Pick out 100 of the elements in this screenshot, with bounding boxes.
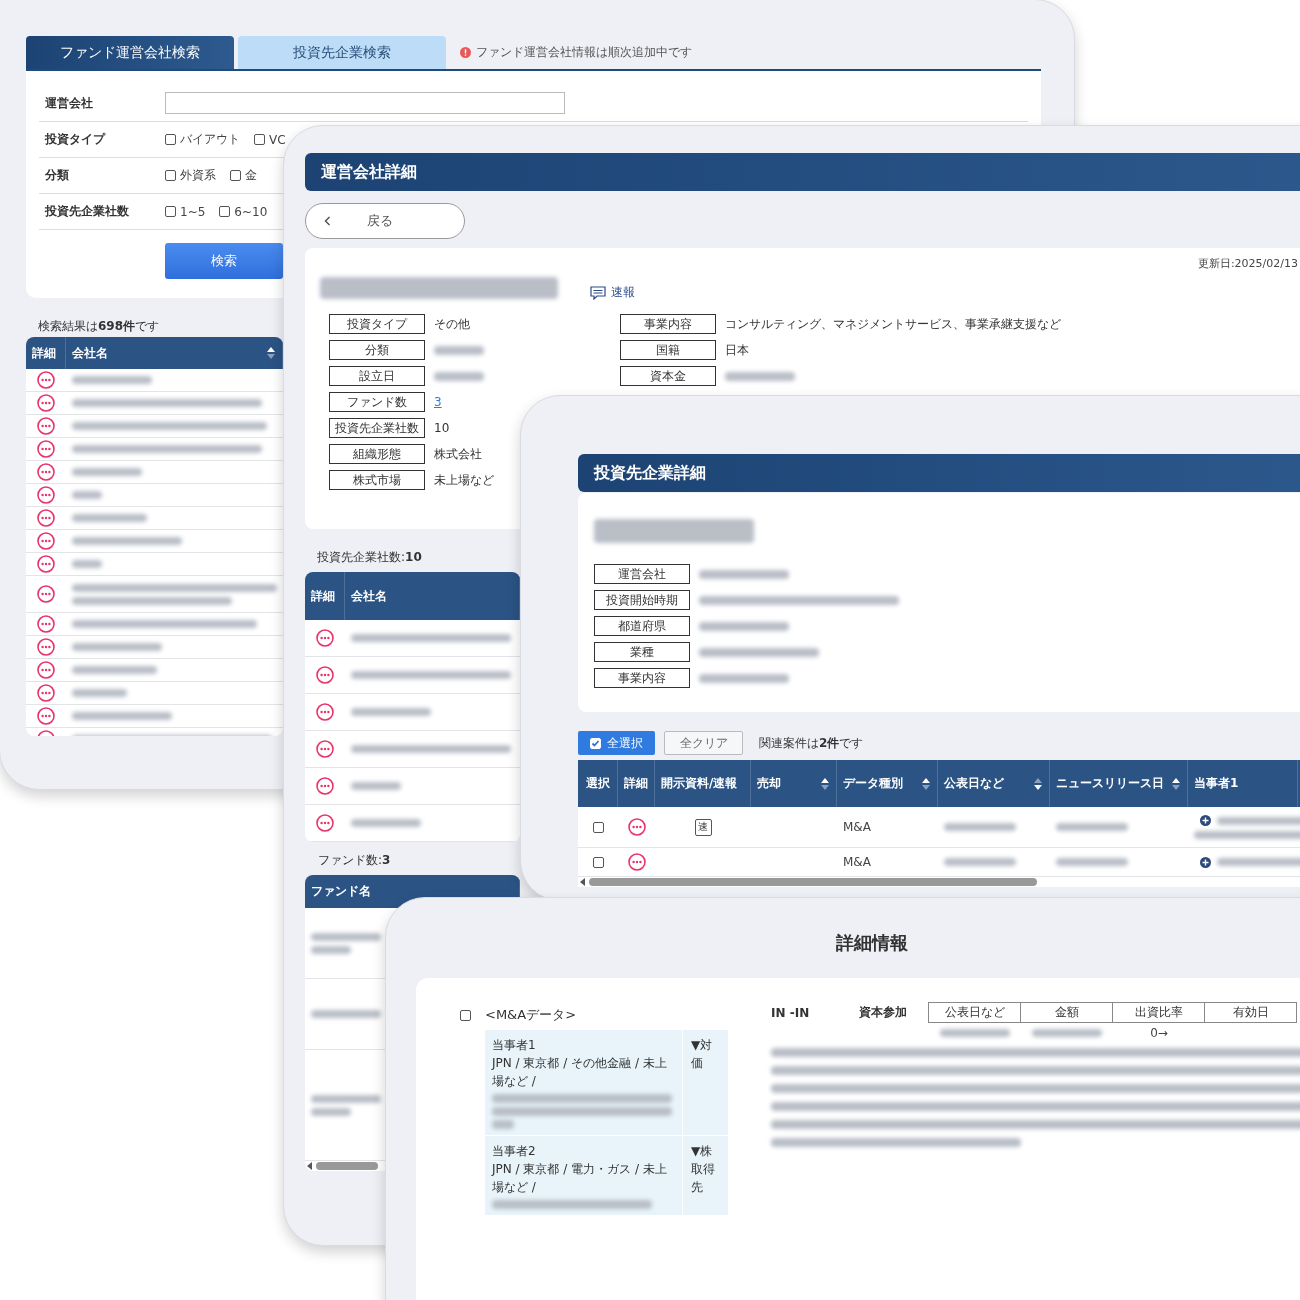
more-icon[interactable] <box>37 661 55 679</box>
more-icon[interactable] <box>316 740 334 758</box>
more-icon[interactable] <box>316 777 334 795</box>
blurred-text <box>434 371 484 381</box>
updated-date: 更新日:2025/02/13 <box>1196 256 1298 271</box>
field-label: 分類 <box>45 167 70 184</box>
scroll-left-arrow-icon[interactable] <box>307 1162 312 1170</box>
select-all-button[interactable]: 全選択 <box>578 731 655 755</box>
blurred-text <box>311 932 381 941</box>
more-icon[interactable] <box>37 371 55 389</box>
related-count: 関連案件は2件です <box>759 734 864 752</box>
more-icon[interactable] <box>627 853 646 871</box>
more-icon[interactable] <box>37 417 55 435</box>
more-icon[interactable] <box>37 509 55 527</box>
more-icon[interactable] <box>37 684 55 702</box>
field-label: 分類 <box>329 340 425 360</box>
more-icon[interactable] <box>37 638 55 656</box>
section-title: 詳細情報 <box>835 931 909 955</box>
news-link[interactable]: 速報 <box>590 284 635 301</box>
tab[interactable]: ファンド運営会社検索 <box>26 36 234 69</box>
checkbox-option[interactable]: 外資系 <box>165 167 216 184</box>
fund-count: ファンド数:3 <box>318 852 391 869</box>
checkbox[interactable] <box>460 1009 471 1021</box>
more-icon[interactable] <box>627 818 646 836</box>
table-cell: 0→ <box>1150 1026 1168 1040</box>
checkbox[interactable] <box>230 170 241 181</box>
party-summary: JPN / 東京都 / 電力・ガス / 未上場など / <box>492 1161 668 1196</box>
field-link[interactable]: 3 <box>434 395 442 409</box>
checkbox[interactable] <box>592 856 604 868</box>
sort-icon[interactable] <box>1171 776 1181 791</box>
blurred-text <box>1056 858 1128 866</box>
search-button[interactable]: 検索 <box>165 243 283 279</box>
tab[interactable]: 投資先企業検索 <box>238 36 446 69</box>
scroll-left-arrow-icon[interactable] <box>580 878 585 886</box>
news-flash-badge[interactable]: 速 <box>694 818 712 836</box>
checkbox-option[interactable]: 金 <box>230 167 257 184</box>
blurred-text <box>1056 823 1128 831</box>
column-header[interactable]: データ種別 <box>837 760 938 807</box>
panel-title: 運営会社詳細 <box>321 161 417 183</box>
column-header[interactable]: ニュースリリース日 <box>1050 760 1188 807</box>
back-button[interactable]: 戻る <box>305 203 465 239</box>
field-label: 投資タイプ <box>45 131 107 148</box>
deal-type: IN -IN <box>771 1005 811 1020</box>
more-icon[interactable] <box>37 440 55 458</box>
deal-category: 資本参加 <box>859 1004 908 1021</box>
more-icon[interactable] <box>37 707 55 725</box>
field-label: 国籍 <box>620 340 716 360</box>
blurred-text <box>72 689 127 697</box>
field-label: 事業内容 <box>620 314 716 334</box>
more-icon[interactable] <box>37 615 55 633</box>
clear-all-button[interactable]: 全クリア <box>664 731 743 755</box>
result-summary: 検索結果は698件です <box>38 318 160 335</box>
more-icon[interactable] <box>37 555 55 573</box>
checkbox[interactable] <box>165 134 176 145</box>
field-label: ファンド数 <box>329 392 425 412</box>
more-icon[interactable] <box>316 814 334 832</box>
table-cell: M&A <box>843 855 871 869</box>
checkbox[interactable] <box>592 821 604 833</box>
more-icon[interactable] <box>37 486 55 504</box>
sort-icon[interactable] <box>921 776 931 791</box>
checkbox-option[interactable]: 6~10 <box>219 204 268 219</box>
column-header: 金額 <box>1020 1002 1113 1023</box>
column-header: 詳細 <box>305 572 345 620</box>
checkbox-option[interactable]: 1~5 <box>165 204 206 219</box>
section-heading: <M&Aデータ> <box>485 1006 577 1024</box>
checkbox-option[interactable]: VC <box>254 132 286 147</box>
more-icon[interactable] <box>37 463 55 481</box>
blurred-text <box>351 782 401 790</box>
checkbox[interactable] <box>165 206 176 217</box>
plus-icon[interactable] <box>1200 815 1211 826</box>
blurred-text <box>940 1029 1010 1037</box>
input-field[interactable] <box>165 92 565 114</box>
column-header[interactable]: 公表日など <box>938 760 1050 807</box>
sort-icon[interactable] <box>820 776 830 791</box>
chevron-left-icon <box>324 216 331 226</box>
more-icon[interactable] <box>316 703 334 721</box>
more-icon[interactable] <box>37 585 55 603</box>
plus-icon[interactable] <box>1200 856 1211 868</box>
party-role: ▼株取得先 <box>690 1143 716 1196</box>
checkbox[interactable] <box>219 206 231 217</box>
party-title: 当事者1 <box>492 1037 537 1054</box>
field-value: コンサルティング、マネジメントサービス、事業承継支援など <box>725 315 1061 333</box>
more-icon[interactable] <box>37 394 55 412</box>
blurred-text <box>311 1107 351 1116</box>
more-icon[interactable] <box>316 666 334 684</box>
field-label: 設立日 <box>329 366 425 386</box>
blurred-text <box>944 823 1016 831</box>
column-header: 開示資料/速報 <box>655 760 751 807</box>
more-icon[interactable] <box>37 532 55 550</box>
sort-icon[interactable] <box>1033 776 1043 791</box>
sort-icon[interactable] <box>266 346 276 360</box>
checkbox-option[interactable]: バイアウト <box>165 131 240 148</box>
field-label: 株式市場 <box>329 470 425 490</box>
blurred-text <box>72 560 102 568</box>
more-icon[interactable] <box>316 629 334 647</box>
column-header[interactable]: 売却 <box>751 760 837 807</box>
checkbox[interactable] <box>254 134 265 145</box>
blurred-text <box>72 491 102 499</box>
checkbox[interactable] <box>165 170 176 181</box>
field-label: 組織形態 <box>329 444 425 464</box>
